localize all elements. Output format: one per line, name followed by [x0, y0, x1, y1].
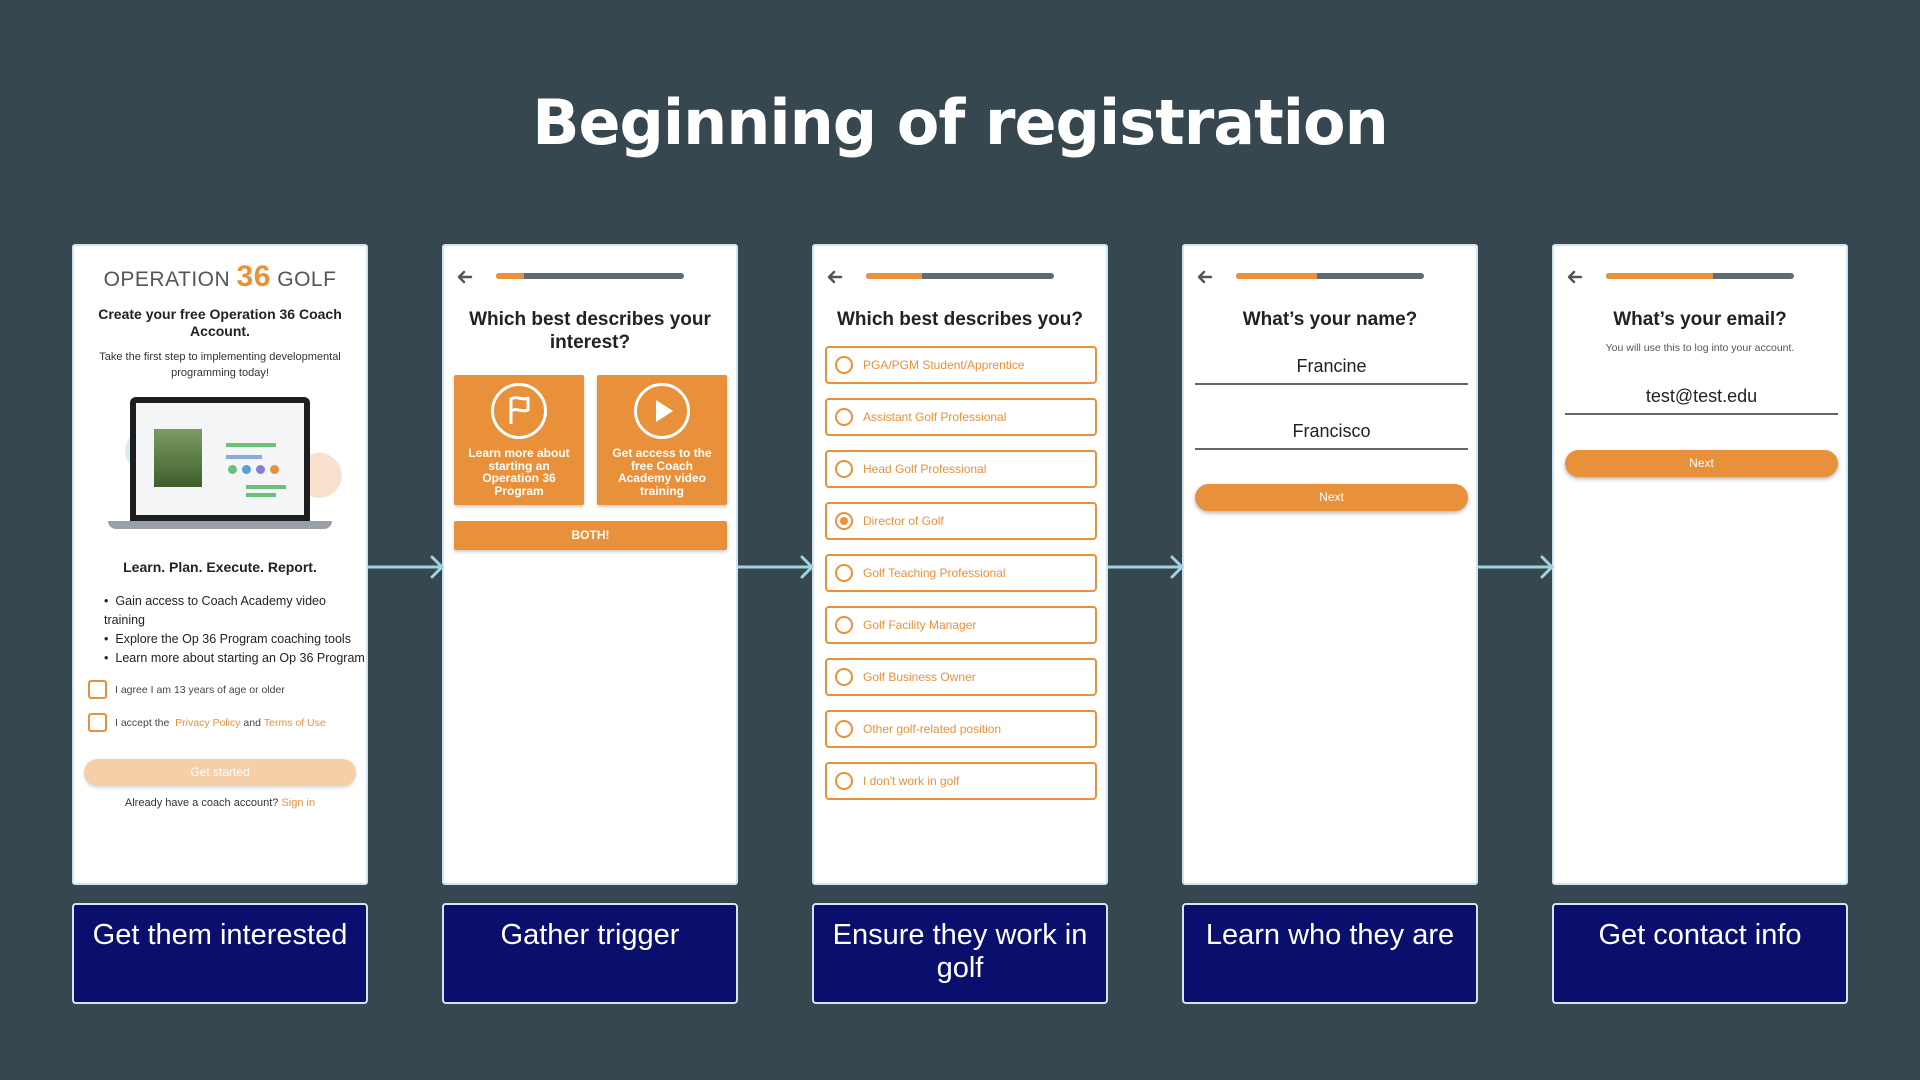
- back-arrow-icon[interactable]: [1566, 268, 1584, 286]
- back-arrow-icon[interactable]: [826, 268, 844, 286]
- radio-icon: [835, 408, 853, 426]
- radio-icon: [835, 616, 853, 634]
- option-label: Other golf-related position: [863, 722, 1002, 736]
- screen-signup: OPERATION 36 GOLF Create your free Opera…: [72, 244, 368, 885]
- progress-bar: [1236, 273, 1424, 279]
- both-button[interactable]: BOTH!: [454, 521, 727, 550]
- signin-row: Already have a coach account? Sign in: [74, 797, 366, 809]
- sign-in-link[interactable]: Sign in: [281, 797, 315, 809]
- next-button[interactable]: Next: [1195, 484, 1468, 511]
- role-option[interactable]: Golf Facility Manager: [825, 606, 1097, 644]
- role-option[interactable]: Golf Business Owner: [825, 658, 1097, 696]
- option-label: Head Golf Professional: [863, 462, 987, 476]
- radio-selected-icon: [835, 512, 853, 530]
- age-agreement-row: I agree I am 13 years of age or older: [88, 680, 366, 699]
- logo-number: 36: [236, 260, 271, 293]
- first-name-field[interactable]: Francine: [1195, 356, 1468, 385]
- back-arrow-icon[interactable]: [1196, 268, 1214, 286]
- caption-step-3: Ensure they work in golf: [812, 903, 1108, 1004]
- back-arrow-icon[interactable]: [456, 268, 474, 286]
- flow-arrow-icon: [1478, 555, 1554, 579]
- screen-name: What’s your name? Francine Francisco Nex…: [1182, 244, 1478, 885]
- flag-icon: [491, 383, 547, 439]
- terms-prefix: I accept the: [115, 716, 170, 729]
- signin-prefix: Already have a coach account?: [124, 797, 279, 809]
- screen-interest: Which best describes your interest? Lear…: [442, 244, 738, 885]
- get-started-button[interactable]: Get started: [84, 759, 356, 786]
- question-title: What’s your email?: [1613, 309, 1787, 330]
- option-label: Golf Facility Manager: [863, 618, 977, 632]
- caption-step-4: Learn who they are: [1182, 903, 1478, 1004]
- radio-icon: [835, 564, 853, 582]
- card-label: Learn more about starting an Operation 3…: [468, 446, 570, 498]
- progress-bar: [1606, 273, 1794, 279]
- radio-icon: [835, 668, 853, 686]
- age-checkbox[interactable]: [88, 680, 107, 699]
- radio-icon: [835, 720, 853, 738]
- progress-bar: [866, 273, 1054, 279]
- caption-step-5: Get contact info: [1552, 903, 1848, 1004]
- screen-role: Which best describes you? PGA/PGM Studen…: [812, 244, 1108, 885]
- role-option[interactable]: I don't work in golf: [825, 762, 1097, 800]
- list-item: Learn more about starting an Op 36 Progr…: [104, 649, 366, 668]
- progress-bar: [496, 273, 684, 279]
- role-option[interactable]: Head Golf Professional: [825, 450, 1097, 488]
- role-option-selected[interactable]: Director of Golf: [825, 502, 1097, 540]
- email-field[interactable]: test@test.edu: [1565, 386, 1838, 415]
- option-label: Assistant Golf Professional: [863, 410, 1007, 424]
- next-button[interactable]: Next: [1565, 450, 1838, 477]
- role-options: PGA/PGM Student/Apprentice Assistant Gol…: [825, 346, 1097, 814]
- radio-icon: [835, 460, 853, 478]
- option-label: PGA/PGM Student/Apprentice: [863, 358, 1025, 372]
- age-checkbox-label: I agree I am 13 years of age or older: [115, 683, 285, 696]
- operation36-logo: OPERATION 36 GOLF: [74, 260, 366, 294]
- option-label: Director of Golf: [863, 514, 944, 528]
- play-icon: [634, 383, 690, 439]
- terms-of-use-link[interactable]: Terms of Use: [264, 717, 326, 729]
- page-title: Beginning of registration: [532, 86, 1389, 159]
- terms-agreement-row: I accept the Privacy Policy and Terms of…: [88, 713, 366, 732]
- question-title: Which best describes you?: [837, 309, 1083, 330]
- radio-icon: [835, 772, 853, 790]
- radio-icon: [835, 356, 853, 374]
- laptop-illustration: [96, 397, 344, 537]
- role-option[interactable]: Other golf-related position: [825, 710, 1097, 748]
- privacy-policy-link[interactable]: Privacy Policy: [175, 717, 240, 729]
- question-title: What’s your name?: [1242, 309, 1418, 330]
- terms-checkbox-label: I accept the Privacy Policy and Terms of…: [115, 717, 326, 729]
- option-label: Golf Business Owner: [863, 670, 976, 684]
- card-label: Get access to the free Coach Academy vid…: [612, 446, 712, 498]
- benefits-list: Gain access to Coach Academy video train…: [104, 592, 366, 668]
- terms-and: and: [243, 716, 261, 729]
- option-label: I don't work in golf: [863, 774, 960, 788]
- signup-title: Create your free Operation 36 Coach Acco…: [98, 306, 342, 339]
- role-option[interactable]: Assistant Golf Professional: [825, 398, 1097, 436]
- caption-step-1: Get them interested: [72, 903, 368, 1004]
- list-item: Gain access to Coach Academy video train…: [104, 592, 366, 630]
- logo-text-left: OPERATION: [103, 268, 231, 291]
- flow-arrow-icon: [738, 555, 814, 579]
- list-item: Explore the Op 36 Program coaching tools: [104, 630, 366, 649]
- terms-checkbox[interactable]: [88, 713, 107, 732]
- caption-step-2: Gather trigger: [442, 903, 738, 1004]
- signup-tagline: Learn. Plan. Execute. Report.: [123, 559, 317, 575]
- role-option[interactable]: Golf Teaching Professional: [825, 554, 1097, 592]
- logo-text-right: GOLF: [277, 268, 337, 291]
- role-option[interactable]: PGA/PGM Student/Apprentice: [825, 346, 1097, 384]
- email-hint: You will use this to log into your accou…: [1605, 342, 1795, 354]
- question-title: Which best describes your interest?: [469, 309, 711, 353]
- screen-email: What’s your email? You will use this to …: [1552, 244, 1848, 885]
- signup-subtitle: Take the first step to implementing deve…: [99, 351, 341, 379]
- last-name-field[interactable]: Francisco: [1195, 421, 1468, 450]
- option-label: Golf Teaching Professional: [863, 566, 1006, 580]
- coach-academy-card[interactable]: Get access to the free Coach Academy vid…: [597, 375, 727, 505]
- flow-arrow-icon: [368, 555, 444, 579]
- learn-program-card[interactable]: Learn more about starting an Operation 3…: [454, 375, 584, 505]
- flow-arrow-icon: [1108, 555, 1184, 579]
